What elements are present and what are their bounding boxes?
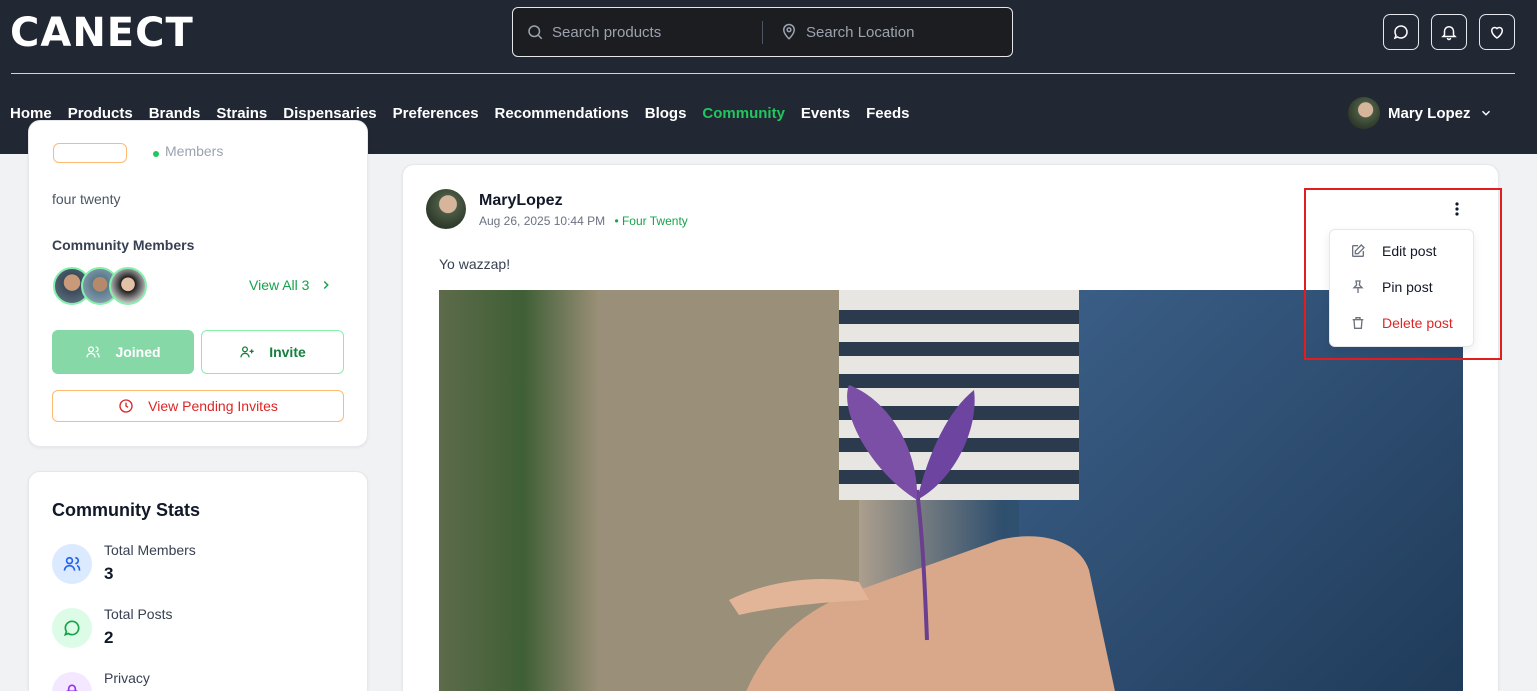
- stats-title: Community Stats: [52, 500, 201, 520]
- community-info-card: Members four twenty Community Members Vi…: [28, 120, 368, 447]
- view-pending-invites-button[interactable]: View Pending Invites: [52, 390, 344, 422]
- member-avatar[interactable]: [109, 267, 147, 305]
- view-all-members-link[interactable]: View All 3: [249, 277, 333, 293]
- pending-label: View Pending Invites: [148, 398, 278, 414]
- nav-preferences[interactable]: Preferences: [393, 104, 479, 124]
- privacy-badge: [53, 143, 127, 163]
- chat-button[interactable]: [1383, 14, 1419, 50]
- trash-icon: [1352, 317, 1364, 329]
- search-icon: [528, 25, 543, 40]
- brand-logo[interactable]: CANECT: [10, 13, 194, 53]
- message-icon: [52, 608, 92, 648]
- members-status-dot: [153, 151, 159, 157]
- community-members-title: Community Members: [52, 237, 195, 253]
- post-timestamp: Aug 26, 2025 10:44 PM: [479, 214, 606, 228]
- joined-button[interactable]: Joined: [52, 330, 194, 374]
- stat-label: Privacy: [104, 670, 150, 686]
- nav-blogs[interactable]: Blogs: [645, 104, 687, 124]
- edit-icon: [1352, 244, 1365, 257]
- chevron-right-icon: [324, 280, 330, 290]
- clock-icon: [119, 399, 133, 413]
- heart-icon: [1490, 26, 1504, 39]
- stat-total-members: Total Members 3: [52, 542, 196, 584]
- nav-community[interactable]: Community: [702, 104, 785, 124]
- location-pin-icon: [782, 23, 796, 40]
- pin-icon: [1352, 280, 1364, 293]
- joined-label: Joined: [115, 344, 161, 360]
- community-stats-card: Community Stats Total Members 3 Total Po…: [28, 471, 368, 691]
- stat-total-posts: Total Posts 2: [52, 606, 172, 648]
- stat-label: Total Posts: [104, 606, 173, 622]
- notifications-button[interactable]: [1431, 14, 1467, 50]
- bell-icon: [1441, 26, 1457, 41]
- user-avatar: [1348, 97, 1380, 129]
- header-divider: [11, 73, 1515, 74]
- delete-post-label: Delete post: [1382, 315, 1453, 331]
- view-all-label: View All 3: [249, 277, 310, 293]
- invite-button[interactable]: Invite: [201, 330, 344, 374]
- pin-post-item[interactable]: Pin post: [1350, 279, 1433, 295]
- members-count-label: Members: [165, 143, 224, 159]
- stat-value: 3: [104, 564, 114, 583]
- post-author-avatar[interactable]: [426, 189, 466, 229]
- users-icon: [86, 346, 101, 358]
- post-options-menu: Edit post Pin post Delete post: [1329, 229, 1474, 347]
- community-description: four twenty: [52, 191, 121, 207]
- delete-post-item[interactable]: Delete post: [1350, 315, 1453, 331]
- edit-post-label: Edit post: [1382, 243, 1437, 259]
- post-author-name[interactable]: MaryLopez: [479, 192, 563, 210]
- post-body-text: Yo wazzap!: [439, 256, 511, 272]
- nav-recommendations[interactable]: Recommendations: [495, 104, 629, 124]
- search-products-input[interactable]: Search products: [526, 8, 661, 56]
- search-divider: [762, 21, 763, 44]
- favorites-button[interactable]: [1479, 14, 1515, 50]
- invite-label: Invite: [269, 344, 306, 360]
- chat-icon: [1393, 25, 1408, 40]
- nav-events[interactable]: Events: [801, 104, 850, 124]
- post-community-link[interactable]: • Four Twenty: [614, 214, 687, 228]
- nav-feeds[interactable]: Feeds: [866, 104, 909, 124]
- search-location-placeholder: Search Location: [806, 23, 915, 41]
- pin-post-label: Pin post: [1382, 279, 1433, 295]
- search-products-placeholder: Search products: [552, 23, 662, 41]
- post-meta: Aug 26, 2025 10:44 PM • Four Twenty: [479, 214, 688, 228]
- user-name: Mary Lopez: [1388, 104, 1471, 122]
- lock-icon: [52, 672, 92, 691]
- member-avatars: [53, 267, 147, 305]
- search-bar: Search products Search Location: [512, 7, 1013, 57]
- stat-label: Total Members: [104, 542, 196, 558]
- user-menu[interactable]: Mary Lopez: [1348, 97, 1493, 129]
- stat-privacy: Privacy: [52, 670, 150, 691]
- users-icon: [52, 544, 92, 584]
- chevron-down-icon: [1481, 110, 1490, 116]
- search-location-input[interactable]: Search Location: [780, 8, 914, 56]
- edit-post-item[interactable]: Edit post: [1350, 243, 1436, 259]
- user-plus-icon: [240, 346, 254, 358]
- stat-value: 2: [104, 628, 114, 647]
